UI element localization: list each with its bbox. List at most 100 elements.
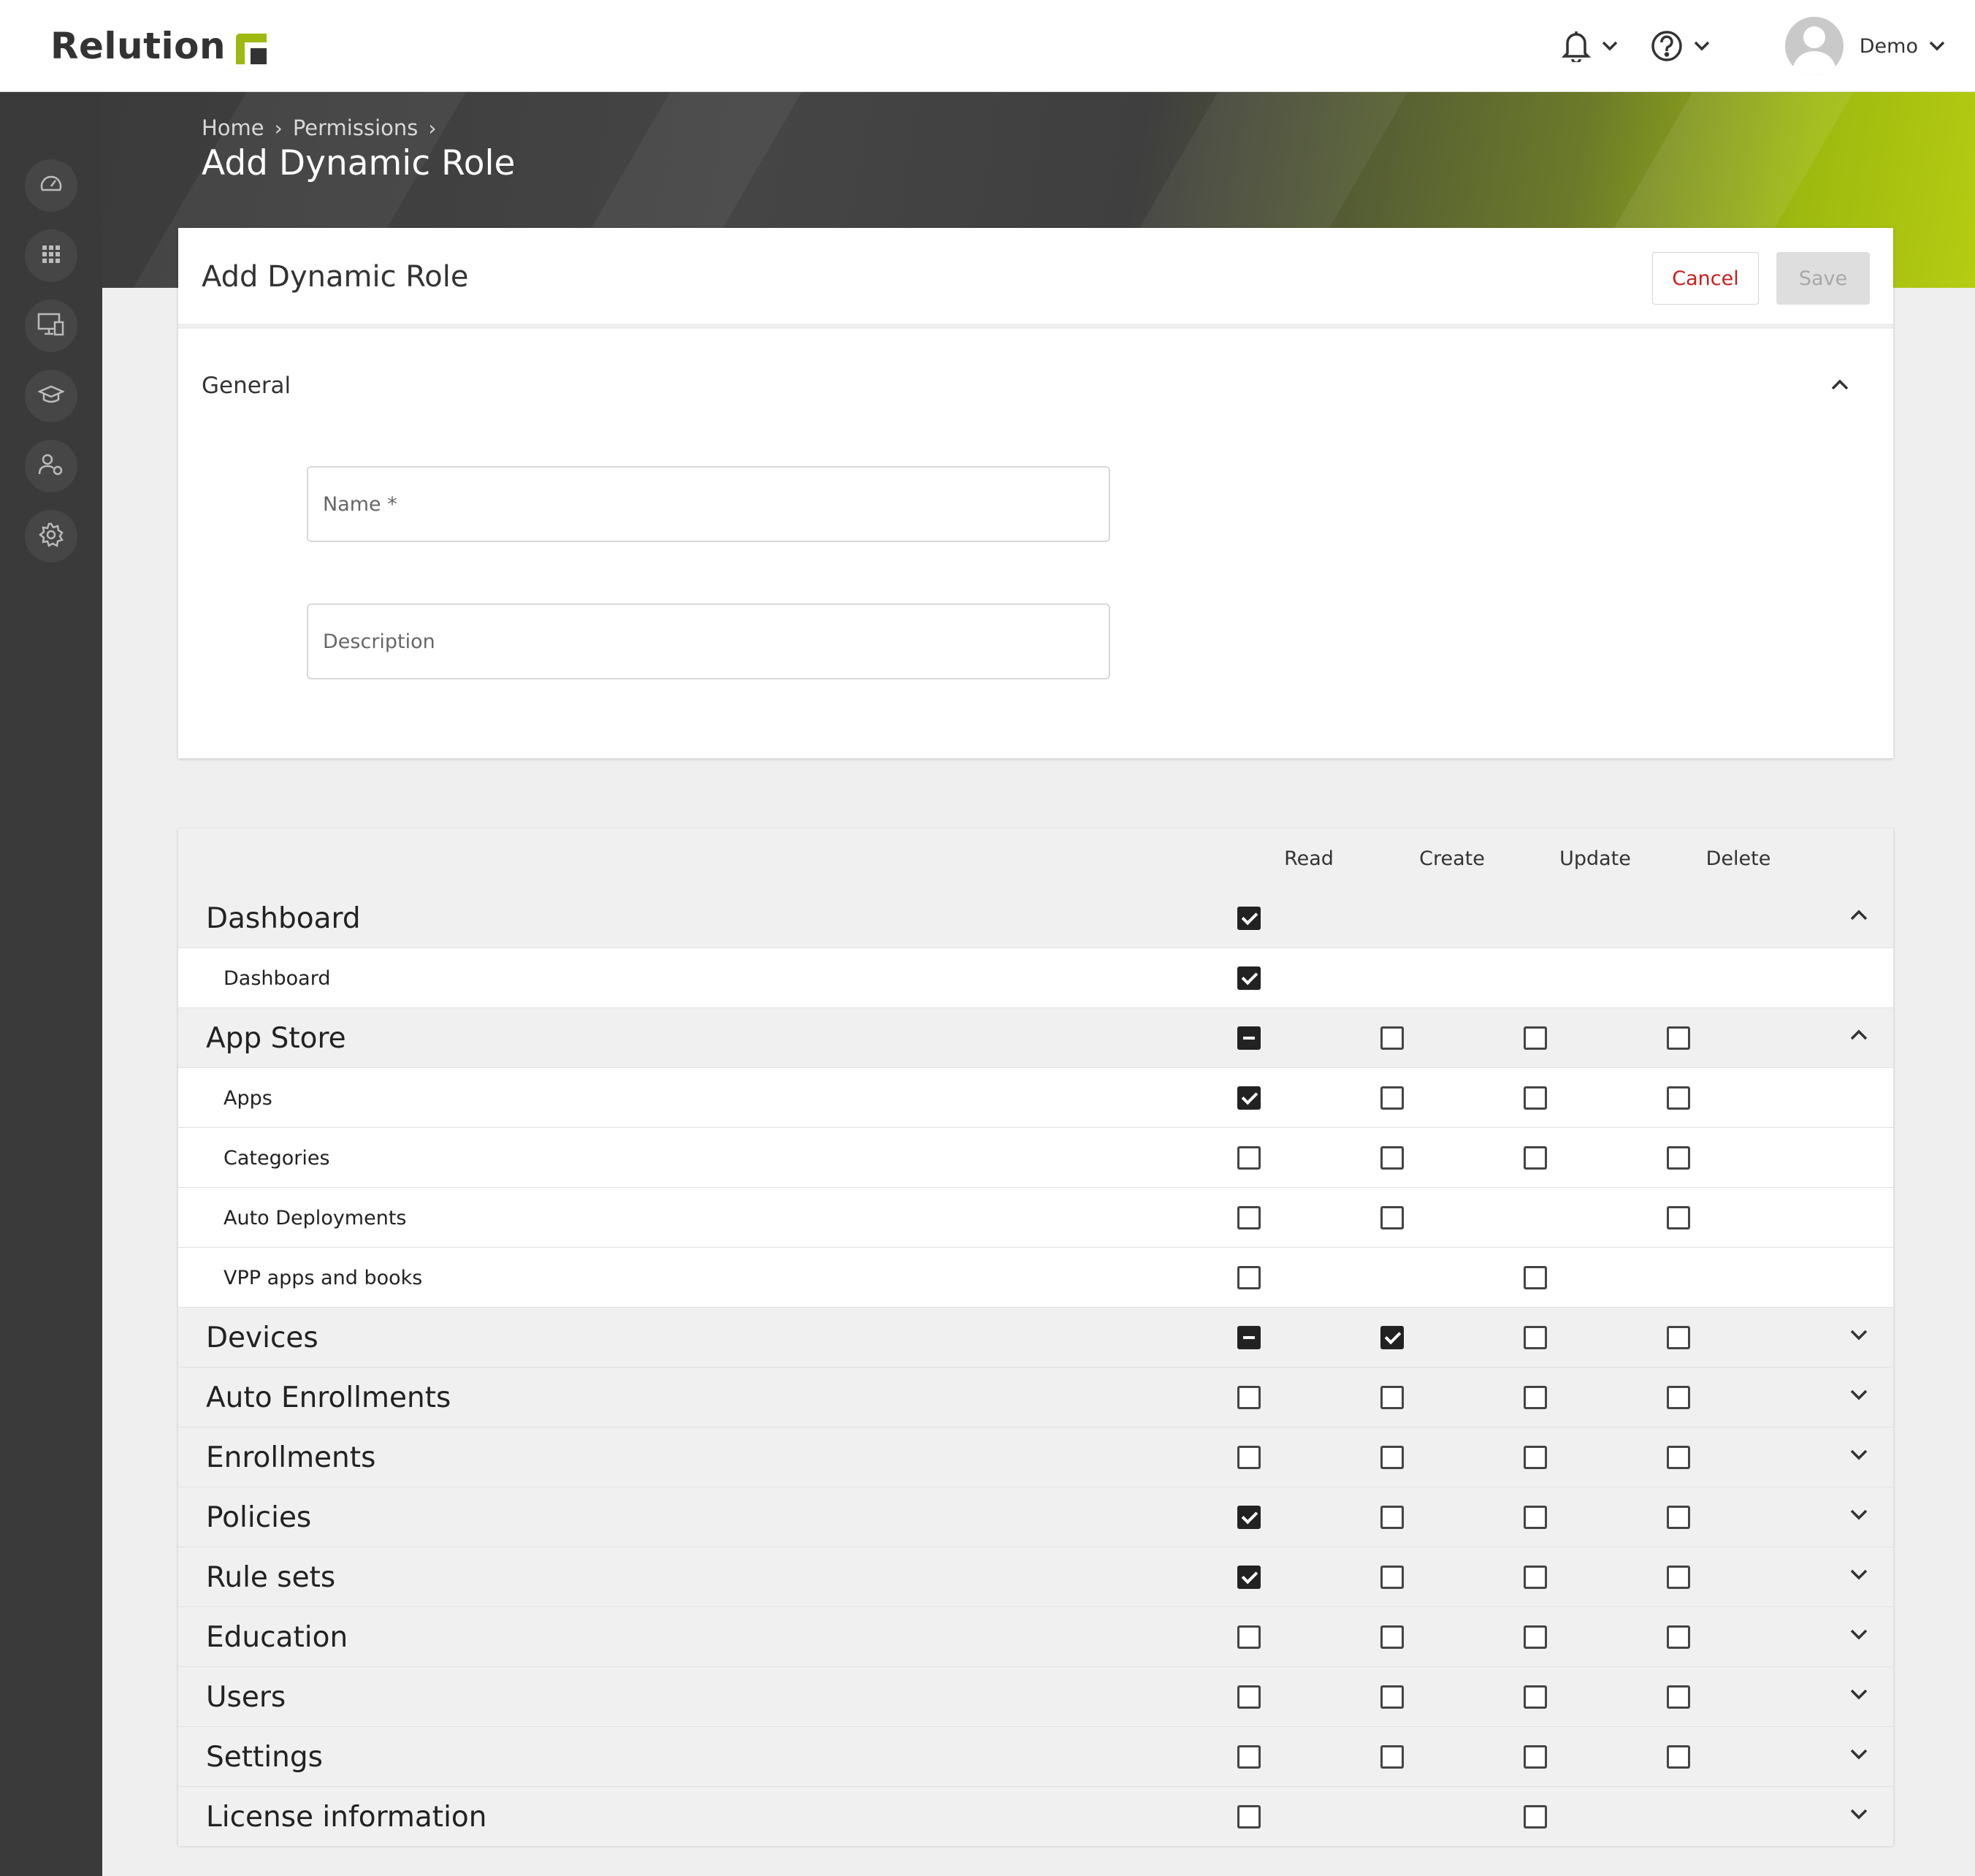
create-permission-checkbox[interactable] [1380,1745,1404,1769]
avatar [1784,17,1844,75]
expand-group-toggle[interactable] [1849,1747,1868,1763]
sidebar-item-apps[interactable] [25,229,77,282]
read-permission-checkbox[interactable] [1237,1386,1261,1409]
permission-group-label: Dashboard [206,901,361,935]
read-permission-checkbox[interactable] [1237,1326,1261,1349]
delete-permission-checkbox[interactable] [1667,1086,1690,1110]
expand-group-toggle[interactable] [1849,1388,1868,1404]
read-permission-checkbox[interactable] [1237,1446,1261,1469]
create-permission-checkbox[interactable] [1380,1206,1404,1229]
breadcrumb: Home › Permissions › [202,115,447,140]
update-permission-checkbox[interactable] [1524,1026,1547,1050]
update-permission-checkbox[interactable] [1524,1386,1547,1409]
create-permission-checkbox[interactable] [1380,1685,1404,1709]
permission-group-label: Auto Enrollments [206,1381,451,1414]
name-field[interactable] [307,466,1110,542]
relution-logo[interactable]: Relution [50,22,267,70]
update-permission-checkbox[interactable] [1524,1625,1547,1649]
update-permission-checkbox[interactable] [1524,1566,1547,1589]
description-input[interactable] [308,605,1109,678]
update-permission-checkbox[interactable] [1524,1086,1547,1110]
description-field[interactable] [307,603,1110,679]
create-permission-checkbox[interactable] [1380,1326,1404,1349]
update-permission-checkbox[interactable] [1524,1446,1547,1469]
chevron-down-icon [1849,1809,1868,1823]
expand-group-toggle[interactable] [1849,1568,1868,1584]
delete-permission-checkbox[interactable] [1667,1326,1690,1349]
delete-permission-checkbox[interactable] [1667,1026,1690,1050]
delete-permission-checkbox[interactable] [1667,1745,1690,1769]
read-permission-checkbox[interactable] [1237,1506,1261,1529]
update-permission-checkbox[interactable] [1524,1326,1547,1349]
read-permission-checkbox[interactable] [1237,1026,1261,1050]
collapse-group-toggle[interactable] [1849,909,1868,925]
read-permission-checkbox[interactable] [1237,1146,1261,1170]
delete-permission-checkbox[interactable] [1667,1206,1690,1229]
update-permission-checkbox[interactable] [1524,1506,1547,1529]
user-menu-button[interactable]: Demo [1769,0,1975,92]
permission-group-label: License information [206,1800,487,1834]
delete-permission-checkbox[interactable] [1667,1146,1690,1170]
update-permission-checkbox[interactable] [1524,1685,1547,1709]
read-permission-checkbox[interactable] [1237,1206,1261,1229]
create-permission-checkbox[interactable] [1380,1086,1404,1110]
expand-group-toggle[interactable] [1849,1448,1868,1464]
read-permission-checkbox[interactable] [1237,1685,1261,1709]
permission-group-row: Devices [178,1308,1893,1368]
read-permission-checkbox[interactable] [1237,1805,1261,1829]
delete-permission-checkbox[interactable] [1667,1685,1690,1709]
read-permission-checkbox[interactable] [1237,1745,1261,1769]
create-permission-checkbox[interactable] [1380,1506,1404,1529]
sidebar-item-dashboard[interactable] [25,159,77,212]
expand-group-toggle[interactable] [1849,1328,1868,1344]
permission-group-label: Rule sets [206,1560,336,1594]
user-name: Demo [1859,34,1918,58]
role-form-card: Add Dynamic Role Cancel Save General [178,228,1893,758]
save-button[interactable]: Save [1776,252,1870,305]
permission-subrow: Apps [178,1068,1893,1128]
create-permission-checkbox[interactable] [1380,1566,1404,1589]
create-permission-checkbox[interactable] [1380,1026,1404,1050]
create-permission-checkbox[interactable] [1380,1146,1404,1170]
read-permission-checkbox[interactable] [1237,1266,1261,1289]
sidebar-item-devices[interactable] [25,300,77,352]
notifications-menu-button[interactable] [1546,0,1635,92]
create-permission-checkbox[interactable] [1380,1446,1404,1469]
delete-permission-checkbox[interactable] [1667,1566,1690,1589]
general-section-collapse-toggle[interactable] [1830,378,1849,394]
collapse-group-toggle[interactable] [1849,1029,1868,1045]
apps-grid-icon [41,244,61,267]
permission-group-row: Policies [178,1487,1893,1547]
update-permission-checkbox[interactable] [1524,1805,1547,1829]
permission-group-row: Enrollments [178,1427,1893,1487]
expand-group-toggle[interactable] [1849,1508,1868,1524]
update-permission-checkbox[interactable] [1524,1146,1547,1170]
delete-permission-checkbox[interactable] [1667,1446,1690,1469]
column-header-delete: Delete [1705,847,1771,870]
update-permission-checkbox[interactable] [1524,1266,1547,1289]
cancel-button[interactable]: Cancel [1652,252,1759,305]
sidebar-item-education[interactable] [25,370,77,422]
read-permission-checkbox[interactable] [1237,907,1261,930]
delete-permission-checkbox[interactable] [1667,1506,1690,1529]
read-permission-checkbox[interactable] [1237,1625,1261,1649]
permission-subrow: VPP apps and books [178,1248,1893,1308]
breadcrumb-home-link[interactable]: Home [202,115,264,140]
read-permission-checkbox[interactable] [1237,1566,1261,1589]
create-permission-checkbox[interactable] [1380,1625,1404,1649]
expand-group-toggle[interactable] [1849,1688,1868,1704]
read-permission-checkbox[interactable] [1237,1086,1261,1110]
delete-permission-checkbox[interactable] [1667,1625,1690,1649]
users-settings-icon [38,453,64,479]
update-permission-checkbox[interactable] [1524,1745,1547,1769]
sidebar-item-users[interactable] [25,440,77,492]
expand-group-toggle[interactable] [1849,1628,1868,1644]
name-input[interactable] [308,468,1109,541]
breadcrumb-permissions-link[interactable]: Permissions [293,115,419,140]
expand-group-toggle[interactable] [1849,1807,1868,1823]
read-permission-checkbox[interactable] [1237,966,1261,990]
create-permission-checkbox[interactable] [1380,1386,1404,1409]
delete-permission-checkbox[interactable] [1667,1386,1690,1409]
help-menu-button[interactable] [1635,0,1727,92]
sidebar-item-settings[interactable] [25,510,77,563]
